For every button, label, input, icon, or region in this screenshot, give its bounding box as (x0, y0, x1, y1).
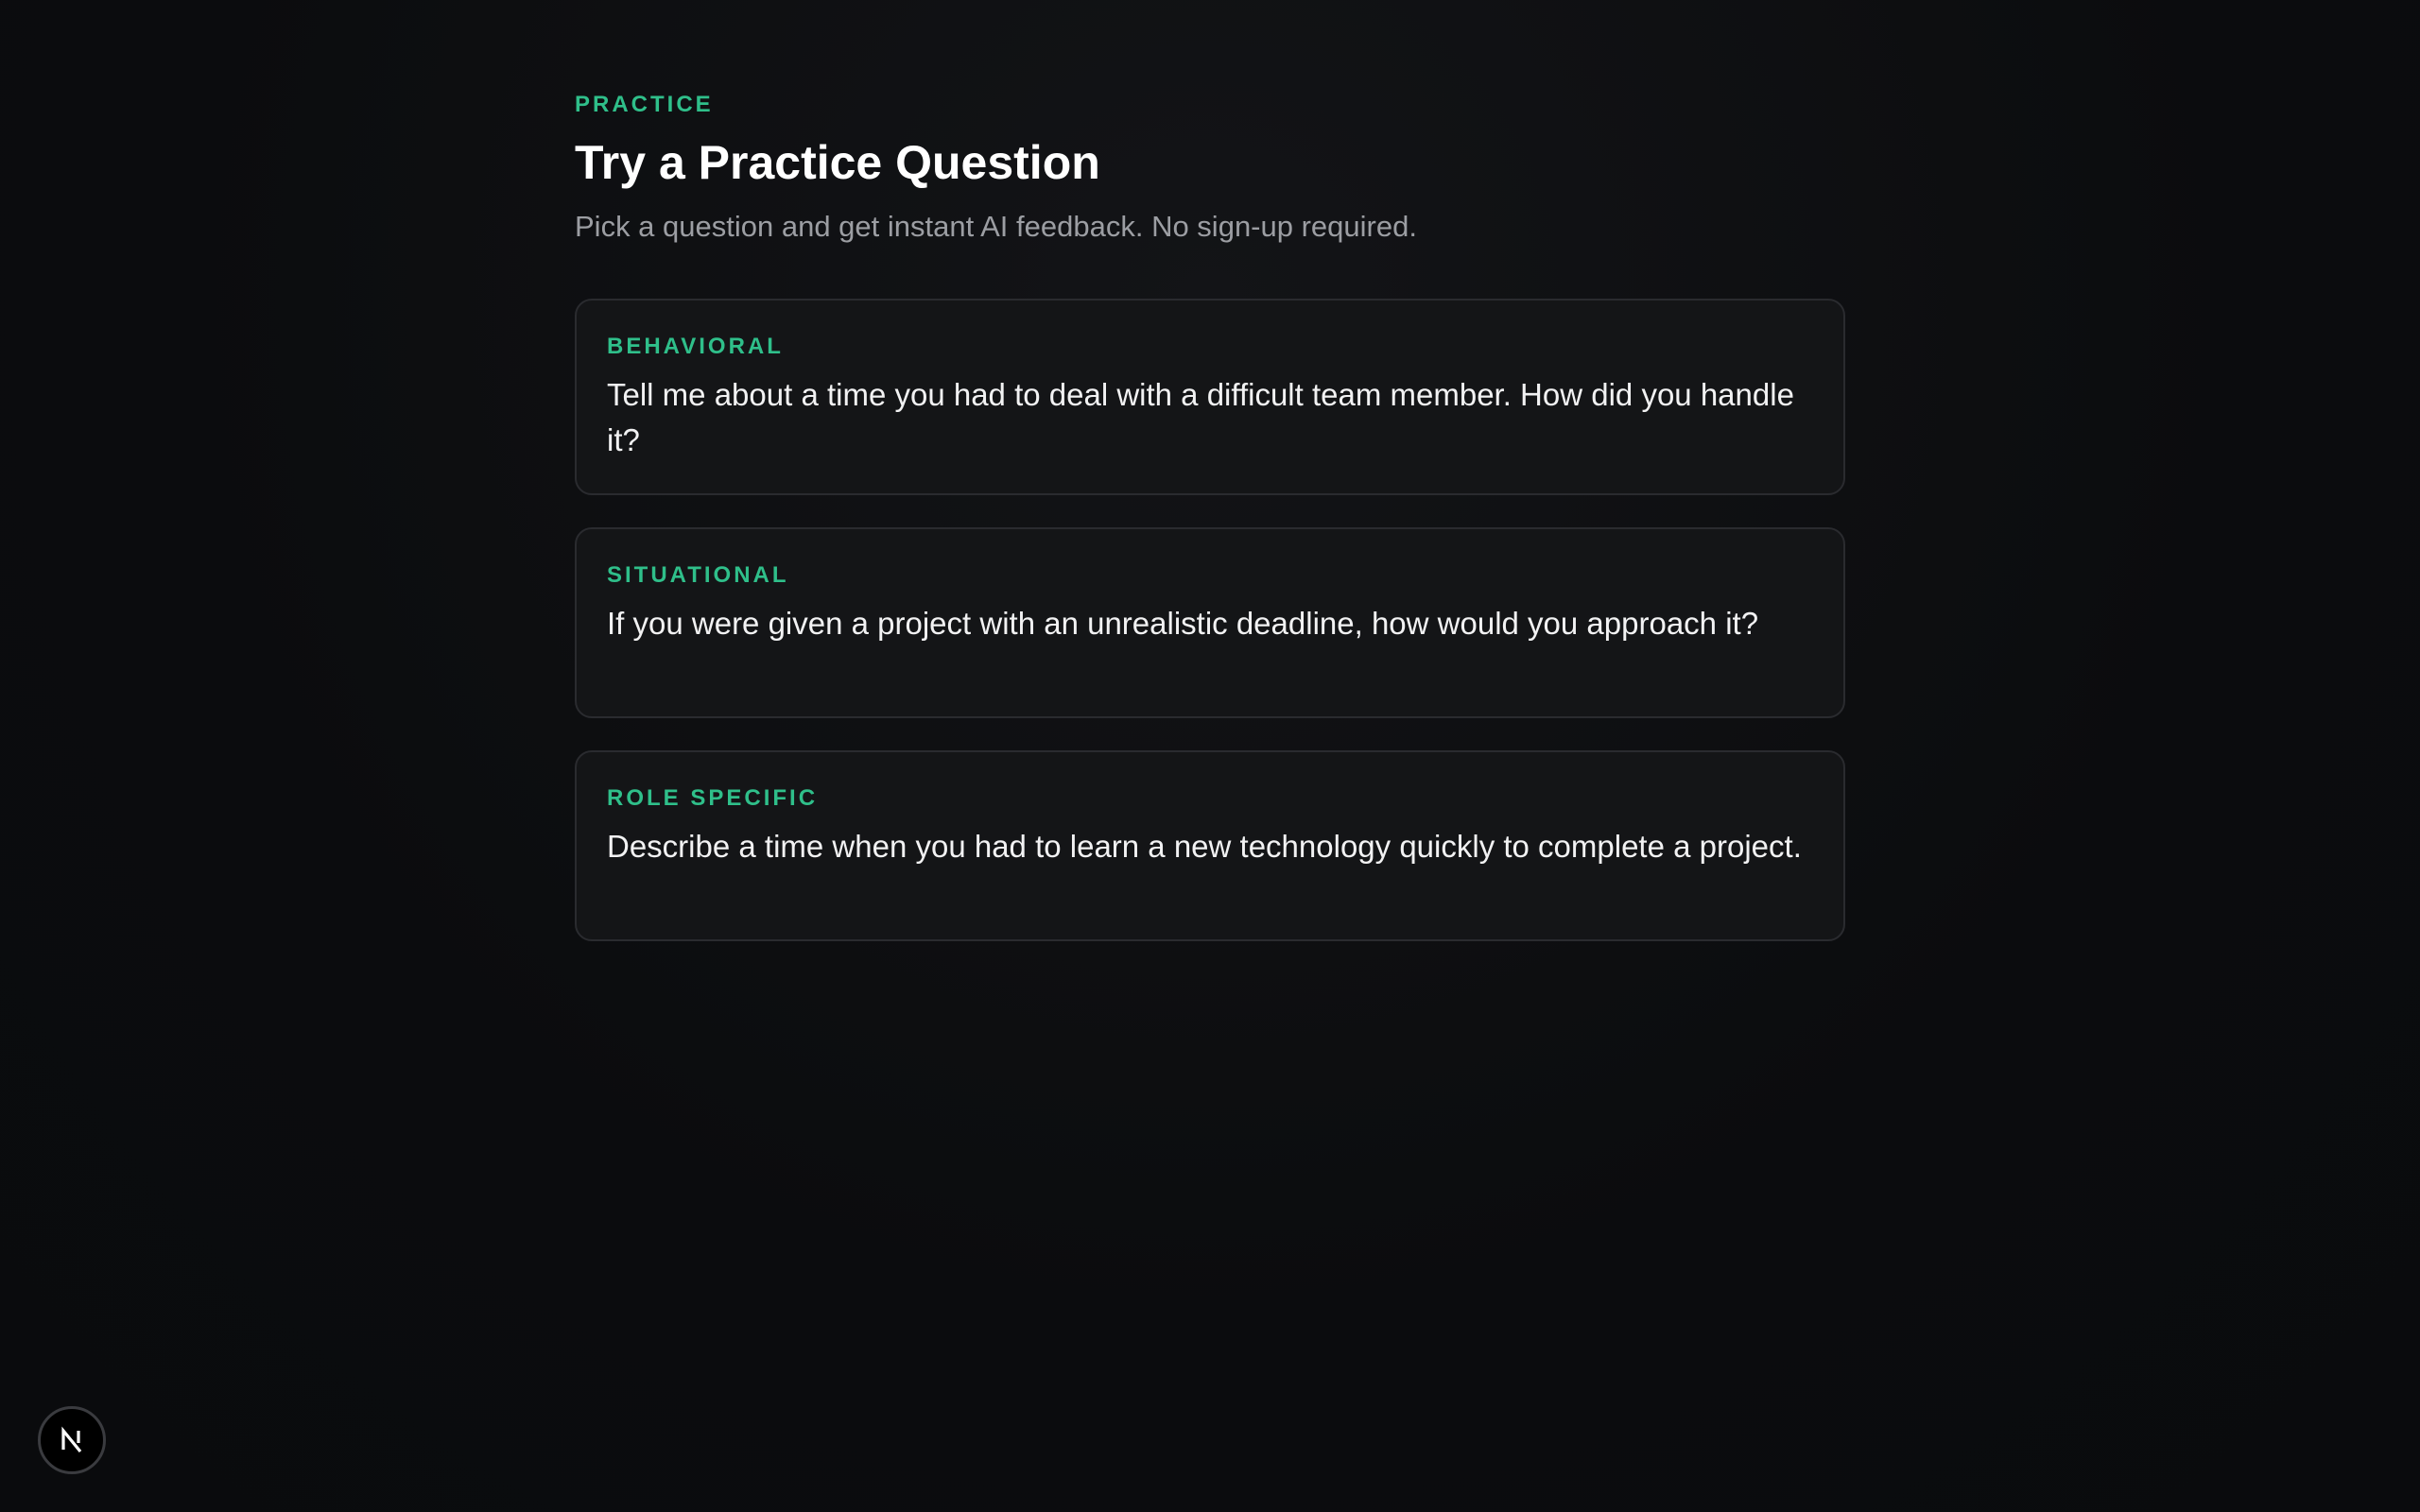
question-card-situational[interactable]: SITUATIONAL If you were given a project … (575, 527, 1845, 718)
question-text: If you were given a project with an unre… (607, 606, 1759, 641)
practice-section: PRACTICE Try a Practice Question Pick a … (575, 91, 1845, 941)
question-category: SITUATIONAL (607, 562, 789, 588)
question-card-behavioral[interactable]: BEHAVIORAL Tell me about a time you had … (575, 299, 1845, 495)
nextjs-logo-icon (61, 1426, 82, 1453)
nextjs-dev-badge[interactable] (38, 1406, 106, 1474)
question-text: Tell me about a time you had to deal wit… (607, 377, 1794, 457)
question-card-role-specific[interactable]: ROLE SPECIFIC Describe a time when you h… (575, 750, 1845, 941)
page-title: Try a Practice Question (575, 136, 1100, 189)
page-subtitle: Pick a question and get instant AI feedb… (575, 210, 1417, 243)
question-category: BEHAVIORAL (607, 334, 784, 359)
question-category: ROLE SPECIFIC (607, 785, 819, 811)
page-background: PRACTICE Try a Practice Question Pick a … (0, 0, 2420, 1512)
question-text: Describe a time when you had to learn a … (607, 829, 1802, 864)
section-eyebrow: PRACTICE (575, 92, 714, 117)
question-list: BEHAVIORAL Tell me about a time you had … (575, 299, 1845, 941)
